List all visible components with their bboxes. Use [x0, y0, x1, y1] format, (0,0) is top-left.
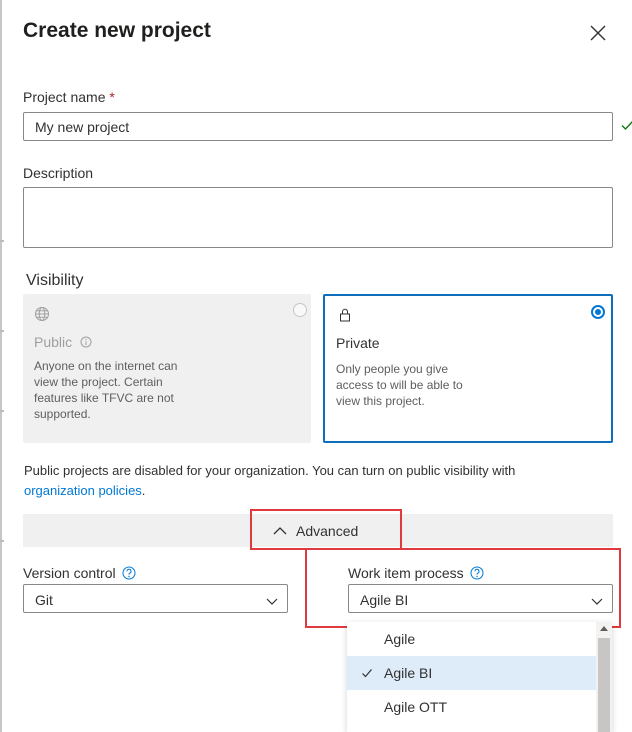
work-item-process-label-text: Work item process	[348, 565, 464, 581]
project-name-input[interactable]	[23, 112, 613, 141]
close-button[interactable]	[586, 21, 610, 45]
background-page-mark	[0, 330, 4, 332]
background-page-mark	[0, 240, 4, 242]
visibility-option-private[interactable]: Private Only people you give access to w…	[323, 294, 613, 443]
dialog-title: Create new project	[23, 19, 211, 42]
menu-option-agile-bi[interactable]: Agile BI	[347, 656, 596, 690]
chevron-up-icon	[273, 527, 287, 535]
globe-icon	[35, 307, 49, 321]
help-icon[interactable]	[122, 566, 136, 580]
advanced-toggle[interactable]: Advanced	[272, 521, 358, 541]
chevron-down-icon	[591, 598, 603, 605]
private-radio[interactable]	[591, 305, 605, 319]
menu-option-agile-ott[interactable]: Agile OTT	[347, 690, 596, 724]
scroll-up-arrow-icon[interactable]	[600, 624, 608, 632]
work-item-process-menu: Agile Agile BI Agile OTT	[347, 622, 612, 732]
public-title-text: Public	[34, 334, 73, 350]
valid-check-icon	[621, 121, 632, 131]
description-label: Description	[23, 165, 94, 181]
scroll-thumb[interactable]	[598, 638, 610, 732]
public-title: Public	[34, 334, 92, 350]
public-disabled-notice: Public projects are disabled for your or…	[24, 461, 604, 501]
project-name-label-text: Project name	[23, 89, 106, 105]
chevron-down-icon	[266, 598, 278, 605]
menu-scrollbar[interactable]	[596, 622, 612, 732]
menu-option-label: Agile	[384, 631, 416, 647]
info-icon[interactable]	[80, 336, 92, 348]
organization-policies-link[interactable]: organization policies	[24, 483, 142, 498]
help-icon[interactable]	[470, 566, 484, 580]
visibility-heading: Visibility	[26, 272, 84, 289]
work-item-process-value: Agile BI	[360, 592, 409, 608]
required-mark: *	[109, 89, 115, 105]
checkmark-icon	[362, 669, 372, 678]
version-control-value: Git	[35, 592, 53, 608]
close-icon	[590, 25, 606, 41]
notice-suffix: .	[141, 483, 146, 498]
background-page-mark	[0, 410, 4, 412]
advanced-label: Advanced	[296, 523, 359, 539]
visibility-option-public[interactable]: Public Anyone on the internet can view t…	[23, 294, 311, 443]
work-item-process-label: Work item process	[348, 565, 484, 581]
public-radio[interactable]	[293, 303, 307, 317]
menu-option-label: Agile BI	[384, 665, 433, 681]
lock-icon	[340, 308, 350, 322]
work-item-process-dropdown[interactable]: Agile BI	[348, 584, 613, 613]
private-title: Private	[336, 335, 380, 351]
public-description: Anyone on the internet can view the proj…	[34, 359, 178, 421]
project-name-label: Project name *	[23, 89, 115, 105]
background-page-mark	[0, 540, 4, 542]
version-control-label-text: Version control	[23, 565, 116, 581]
notice-text: Public projects are disabled for your or…	[24, 463, 516, 478]
version-control-dropdown[interactable]: Git	[23, 584, 288, 613]
menu-option-agile[interactable]: Agile	[347, 622, 596, 656]
menu-option-label: Agile OTT	[384, 699, 448, 715]
description-input[interactable]	[23, 187, 613, 248]
background-page-edge	[0, 0, 2, 732]
version-control-label: Version control	[23, 565, 136, 581]
private-description: Only people you give access to will be a…	[336, 362, 463, 408]
